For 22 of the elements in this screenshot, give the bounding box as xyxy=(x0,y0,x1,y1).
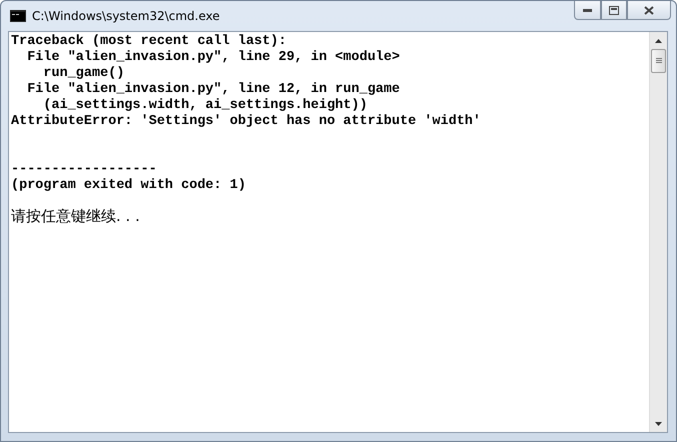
maximize-button[interactable] xyxy=(601,1,627,20)
minimize-button[interactable] xyxy=(574,1,601,20)
console-line: File "alien_invasion.py", line 12, in run_game xyxy=(26,82,400,97)
maximize-icon xyxy=(609,6,619,14)
console-line: Traceback (most recent call last): xyxy=(11,34,286,49)
console-line: File "alien_invasion.py", line 29, in <module> xyxy=(26,50,400,65)
console-icon xyxy=(10,10,26,22)
window-title: C:\Windows\system32\cmd.exe xyxy=(32,9,221,23)
close-button[interactable] xyxy=(627,1,671,20)
scroll-thumb[interactable] xyxy=(651,49,666,73)
prompt-text: 请按任意键继续. . . xyxy=(11,207,140,225)
scroll-down-icon[interactable] xyxy=(655,422,662,426)
console-line: run_game() xyxy=(42,66,124,81)
console-line: (ai_settings.width, ai_settings.height)) xyxy=(42,98,368,113)
vertical-scrollbar[interactable] xyxy=(649,32,667,432)
console-line: (program exited with code: 1) xyxy=(11,178,246,193)
minimize-icon xyxy=(583,8,592,12)
console-line: AttributeError: 'Settings' object has no attribute 'width' xyxy=(11,114,481,129)
console-line: ------------------ xyxy=(11,162,157,177)
scroll-up-icon[interactable] xyxy=(655,38,662,42)
grip-icon xyxy=(656,58,662,64)
close-icon xyxy=(644,6,654,14)
